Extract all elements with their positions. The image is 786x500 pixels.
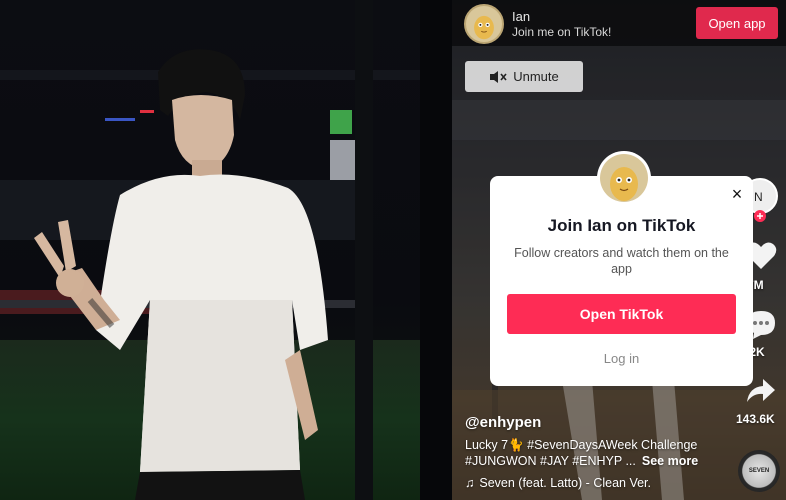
modal-description: Follow creators and watch them on the ap… <box>514 246 729 276</box>
disc-label: SEVEN <box>748 468 770 474</box>
photo-panel <box>0 0 452 500</box>
avatar-image <box>474 15 494 40</box>
avatar[interactable] <box>464 4 504 44</box>
login-link[interactable]: Log in <box>490 351 753 366</box>
modal-title: Join Ian on TikTok <box>547 216 696 235</box>
music-disc-icon[interactable]: SEVEN <box>738 450 780 492</box>
svg-text:N: N <box>754 190 763 204</box>
post-username[interactable]: @enhypen <box>465 414 541 431</box>
post-caption: Lucky 7🐈 #SevenDaysAWeek Challenge #JUNG… <box>465 437 745 469</box>
music-note-icon: ♫ <box>465 476 475 490</box>
close-icon[interactable]: × <box>729 185 745 203</box>
banner-subtitle: Join me on TikTok! <box>512 25 612 39</box>
shares-count: 143.6K <box>736 412 775 426</box>
see-more-link[interactable]: See more <box>642 454 698 468</box>
tiktok-panel: Ian Join me on TikTok! Open app Unmute N… <box>452 0 786 500</box>
open-tiktok-button[interactable]: Open TikTok <box>507 294 736 334</box>
banner-name: Ian <box>512 9 531 24</box>
modal-avatar <box>597 151 651 205</box>
speaker-muted-icon <box>490 70 507 83</box>
modal-avatar-image <box>610 167 638 201</box>
join-modal: × Join Ian on TikTok Follow creators and… <box>490 176 753 386</box>
music-info[interactable]: ♫ Seven (feat. Latto) - Clean Ver. <box>465 476 651 490</box>
person-photo <box>34 49 328 500</box>
music-title: Seven (feat. Latto) - Clean Ver. <box>479 476 651 490</box>
unmute-label: Unmute <box>513 69 559 84</box>
unmute-button[interactable]: Unmute <box>465 61 583 92</box>
